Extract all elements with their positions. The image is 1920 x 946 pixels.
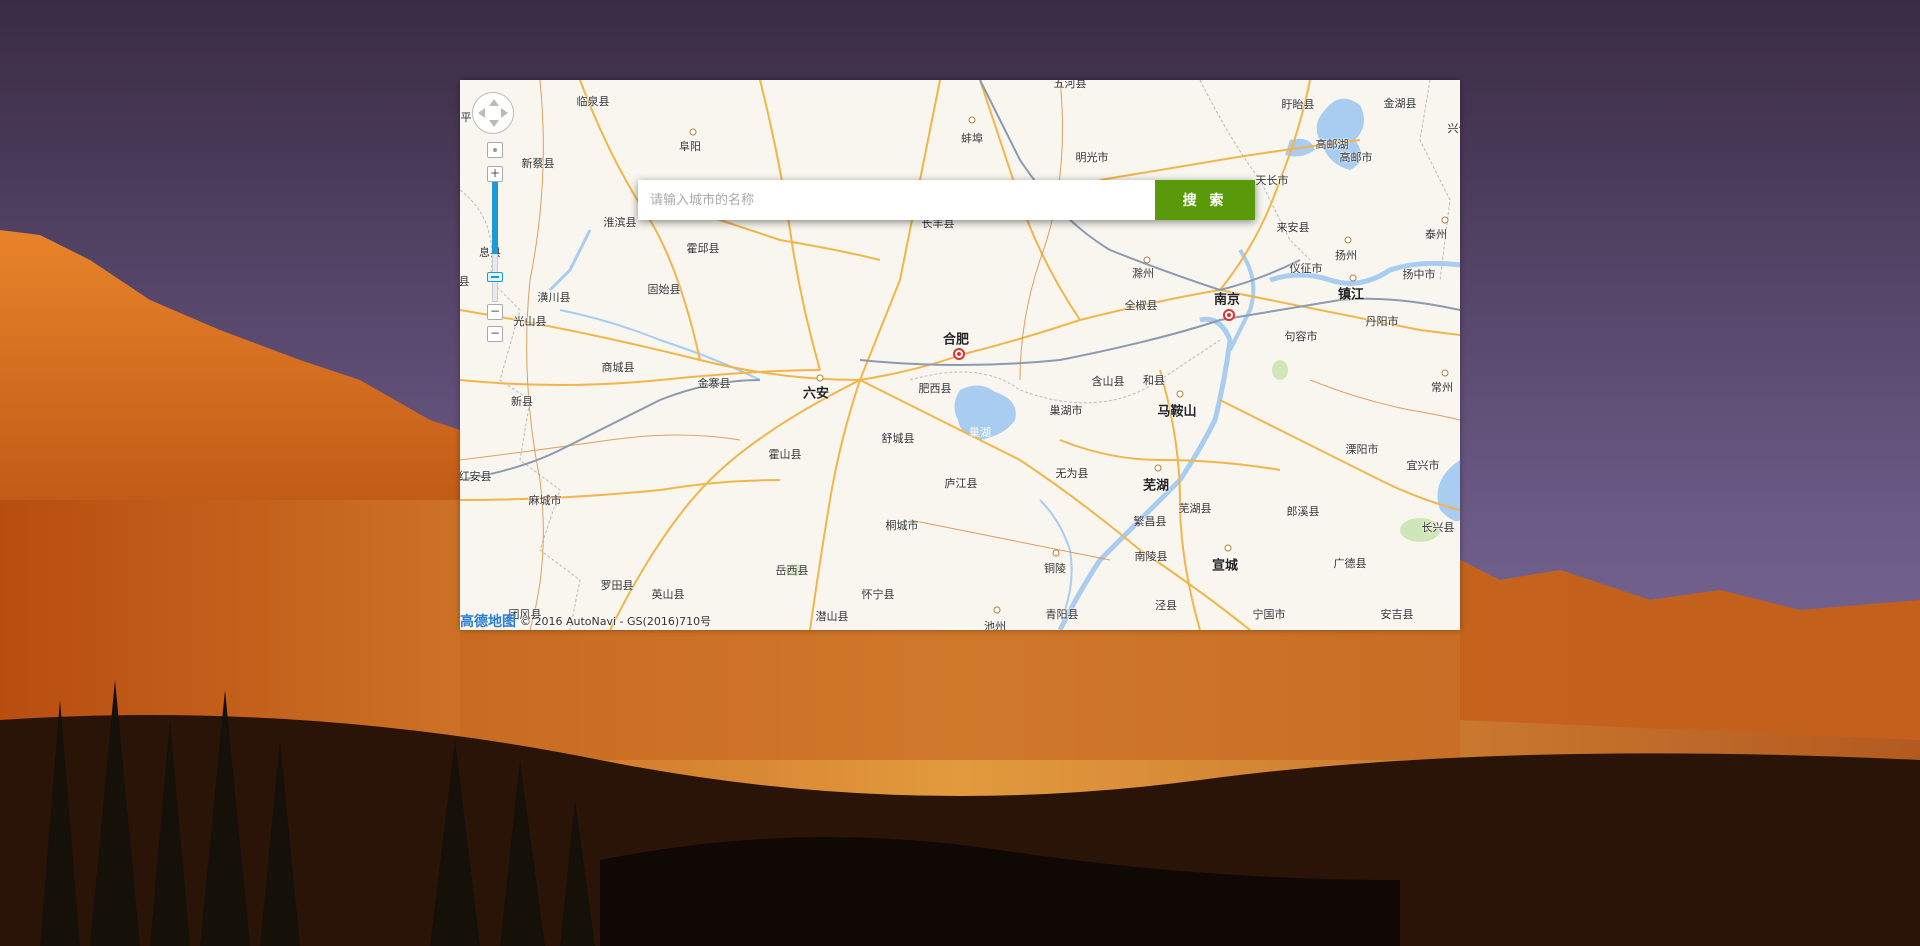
place-label: 句容市	[1284, 330, 1318, 343]
place-label: 常州	[1431, 381, 1453, 394]
place-label: 霍山县	[768, 448, 802, 461]
place-label: 繁昌县	[1133, 515, 1167, 528]
place-label: 五河县	[1053, 80, 1087, 90]
place-label: 英山县	[651, 588, 685, 601]
place-label: 全椒县	[1124, 299, 1158, 312]
place-label: 巢湖市	[1049, 404, 1083, 417]
place-label: 合肥	[942, 332, 970, 348]
place-label: 无为县	[1055, 467, 1089, 480]
place-label: 明光市	[1075, 151, 1109, 164]
place-label: 罗田县	[600, 579, 634, 592]
place-label: 和县	[1143, 374, 1165, 387]
place-label: 滁州	[1132, 267, 1154, 280]
place-label: 扬州	[1335, 249, 1357, 262]
place-label: 南陵县	[1134, 550, 1168, 563]
place-label: 庐江县	[944, 477, 978, 490]
place-label: 仪征市	[1289, 262, 1323, 275]
place-label: 潢川县	[537, 291, 571, 304]
place-label: 池州	[984, 620, 1006, 630]
place-label: 长兴县	[1421, 521, 1455, 534]
place-label: 铜陵	[1044, 562, 1066, 575]
place-label: 芜湖	[1142, 478, 1170, 494]
zoom-slider-fill	[492, 182, 498, 254]
place-label: 马鞍山	[1157, 404, 1197, 420]
place-label: 广德县	[1333, 557, 1367, 570]
place-label: 固始县	[647, 283, 681, 296]
map-pan-control[interactable]	[472, 92, 514, 134]
pan-down-icon[interactable]	[489, 120, 499, 127]
lake-label: 巢湖	[969, 426, 991, 439]
place-label: 郎溪县	[1286, 505, 1320, 518]
place-label: 青阳县	[1045, 608, 1079, 621]
map-attribution: 高德地图 © 2016 AutoNavi - GS(2016)710号	[460, 612, 711, 630]
place-label: 阜阳	[679, 140, 701, 153]
place-label: 安吉县	[1380, 608, 1414, 621]
pan-right-icon[interactable]	[501, 108, 508, 118]
pan-up-icon[interactable]	[489, 99, 499, 106]
pan-left-icon[interactable]	[478, 108, 485, 118]
place-label: 宜兴市	[1406, 459, 1440, 472]
place-label: 南京	[1213, 292, 1241, 308]
place-label: 桐城市	[885, 519, 919, 532]
place-label: 霍邱县	[686, 242, 720, 255]
zoom-out-button[interactable]: −	[487, 326, 503, 342]
place-label: 泾县	[1155, 599, 1177, 612]
place-label: 含山县	[1091, 375, 1125, 388]
map-panel[interactable]: 临泉县阜阳蚌埠五河县盱眙县金湖县兴化市高邮湖高邮市新蔡县明光市天长市淮滨县长丰县…	[460, 80, 1460, 630]
place-label: 麻城市	[528, 494, 562, 507]
zoom-slider-thumb[interactable]	[487, 272, 503, 282]
place-label: 商城县	[601, 361, 635, 374]
place-label: 泰州	[1425, 228, 1447, 241]
place-label: 岳西县	[775, 564, 809, 577]
place-label: 宣城	[1211, 558, 1239, 574]
place-label: 平	[460, 111, 472, 124]
place-label: 扬中市	[1402, 268, 1436, 281]
search-button[interactable]: 搜 索	[1155, 180, 1255, 220]
place-label: 蚌埠	[961, 132, 983, 145]
place-label: 舒城县	[881, 432, 915, 445]
place-label: 淮滨县	[603, 216, 637, 229]
place-label: 盱眙县	[1281, 98, 1315, 111]
place-label: 芜湖县	[1178, 502, 1212, 515]
place-label: 金寨县	[697, 377, 731, 390]
amap-logo[interactable]: 高德地图	[460, 611, 516, 631]
place-label: 新县	[511, 395, 533, 408]
place-label: 六安	[802, 386, 830, 402]
place-label: 县	[460, 275, 470, 288]
place-label: 丹阳市	[1365, 315, 1399, 328]
map-copyright: © 2016 AutoNavi - GS(2016)710号	[520, 615, 712, 628]
place-label: 镇江	[1337, 287, 1365, 303]
city-search-bar: 搜 索	[638, 180, 1255, 220]
place-label: 天长市	[1255, 174, 1289, 187]
place-label: 兴化市	[1447, 122, 1461, 135]
place-label: 来安县	[1276, 221, 1310, 234]
place-label: 宁国市	[1252, 608, 1286, 621]
place-label: 溧阳市	[1345, 443, 1379, 456]
zoom-in-button[interactable]: +	[487, 166, 503, 182]
place-label: 肥西县	[918, 382, 952, 395]
place-label: 金湖县	[1383, 97, 1417, 110]
place-label: 新蔡县	[521, 157, 555, 170]
place-label: 临泉县	[576, 95, 610, 108]
map-canvas[interactable]	[460, 80, 1460, 630]
zoom-step-out-button[interactable]: −	[487, 304, 503, 320]
place-label: 红安县	[460, 470, 492, 483]
place-label: 怀宁县	[861, 588, 895, 601]
place-label: 潜山县	[815, 610, 849, 623]
city-search-input[interactable]	[638, 180, 1155, 220]
place-label: 光山县	[513, 315, 547, 328]
place-label: 高邮市	[1339, 151, 1373, 164]
locate-icon[interactable]	[487, 142, 503, 158]
